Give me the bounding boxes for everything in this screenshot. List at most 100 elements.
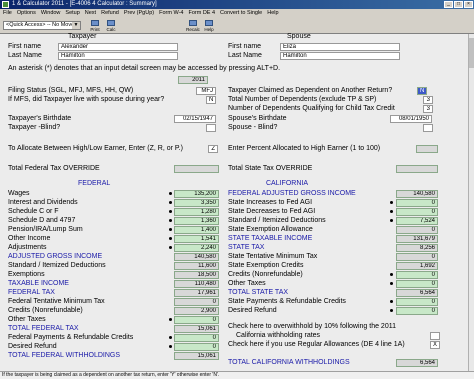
sp-last-name-field[interactable]: Hamilton [280, 52, 400, 60]
federal-row-value[interactable]: 135,200 [174, 190, 219, 198]
recalc-label: Recalc [186, 27, 200, 32]
california-row-value[interactable]: 0 [396, 199, 438, 207]
menu-help[interactable]: Help [267, 9, 278, 18]
california-row-value[interactable]: 0 [396, 280, 438, 288]
sp-first-name-field[interactable]: Eliza [280, 43, 400, 51]
california-row-value[interactable]: 0 [396, 298, 438, 306]
overwithhold-checkbox[interactable] [430, 332, 440, 340]
vertical-scrollbar[interactable] [468, 34, 474, 371]
federal-row-value: 15,061 [174, 325, 219, 333]
sp-blind-field[interactable] [423, 124, 433, 132]
sp-birthdate-label: Spouse's Birthdate [228, 115, 287, 122]
allocate-label: To Allocate Between High/Low Earner, Ent… [8, 145, 183, 152]
scrollbar-thumb[interactable] [469, 38, 474, 68]
federal-row-label: Pension/IRA/Lump Sum [8, 226, 83, 233]
help-button[interactable]: Help [202, 20, 216, 33]
federal-row-label: Adjustments [8, 244, 47, 251]
federal-row-value: 18,500 [174, 271, 219, 279]
menu-form-w4[interactable]: Form W-4 [159, 9, 183, 18]
help-icon [205, 20, 213, 26]
fed-override-label: Total Federal Tax OVERRIDE [8, 165, 100, 172]
close-button[interactable]: × [464, 1, 473, 8]
california-row-label: STATE TAX [228, 244, 265, 251]
menu-options[interactable]: Options [17, 9, 36, 18]
detail-asterisk-icon [169, 345, 172, 348]
state-override-field[interactable] [396, 165, 438, 173]
california-row-value: 0 [396, 226, 438, 234]
tp-last-name-label: Last Name [8, 52, 42, 59]
california-row-value: 131,679 [396, 235, 438, 243]
detail-asterisk-icon [169, 219, 172, 222]
detail-asterisk-icon [169, 237, 172, 240]
federal-row-value[interactable]: 1,400 [174, 226, 219, 234]
california-row-value[interactable]: 0 [396, 271, 438, 279]
california-row-value: 0 [396, 253, 438, 261]
taxpayer-header: Taxpayer [68, 33, 97, 40]
menu-prev[interactable]: Prev (PgUp) [124, 9, 154, 18]
num-dependents-field[interactable]: 3 [423, 96, 433, 104]
overwithhold-label: Check here to overwithhold by 10% follow… [228, 323, 396, 330]
california-row-value: 140,580 [396, 190, 438, 198]
detail-asterisk-icon [169, 201, 172, 204]
fed-override-field[interactable] [174, 165, 219, 173]
federal-row-value[interactable]: 1,541 [174, 235, 219, 243]
ca-rates-label: California withholding rates [236, 332, 321, 339]
federal-row-value[interactable]: 0 [174, 316, 219, 324]
federal-row-value[interactable]: 0 [174, 343, 219, 351]
california-row-value[interactable]: 0 [396, 307, 438, 315]
federal-row-value[interactable]: 1,360 [174, 217, 219, 225]
minimize-button[interactable]: _ [444, 1, 453, 8]
federal-row-label: TOTAL FEDERAL TAX [8, 325, 79, 332]
tp-last-name-field[interactable]: Hamilton [58, 52, 178, 60]
allocate-field[interactable]: Z [208, 145, 218, 153]
federal-row-value: 17,961 [174, 289, 219, 297]
menu-convert-single[interactable]: Convert to Single [220, 9, 262, 18]
detail-asterisk-icon [169, 192, 172, 195]
mfs-field[interactable]: N [206, 96, 216, 104]
filing-status-label: Filing Status (SGL, MFJ, MFS, HH, QW) [8, 87, 134, 94]
child-credit-field[interactable]: 3 [423, 105, 433, 113]
california-row-label: Other Taxes [228, 280, 266, 287]
federal-row-label: Credits (Nonrefundable) [8, 307, 83, 314]
dependent-field[interactable]: N [417, 87, 427, 95]
percent-label: Enter Percent Allocated to High Earner (… [228, 145, 381, 152]
menu-setup[interactable]: Setup [65, 9, 79, 18]
menu-window[interactable]: Window [41, 9, 61, 18]
percent-field[interactable] [416, 145, 438, 153]
sp-birthdate-field[interactable]: 08/01/1950 [390, 115, 432, 123]
app-icon [2, 1, 9, 8]
menu-form-de4[interactable]: Form DE 4 [188, 9, 215, 18]
federal-row-label: Schedule D and 4797 [8, 217, 76, 224]
ca-total-value: 6,564 [396, 359, 438, 367]
federal-row-label: Wages [8, 190, 30, 197]
maximize-button[interactable]: □ [454, 1, 463, 8]
federal-row-value[interactable]: 2,240 [174, 244, 219, 252]
california-row-value[interactable]: 0 [396, 208, 438, 216]
federal-row-value[interactable]: 0 [174, 334, 219, 342]
sp-blind-label: Spouse - Blind? [228, 124, 278, 131]
recalc-button[interactable]: Recalc [186, 20, 200, 33]
calc-button[interactable]: Calc [104, 20, 118, 33]
federal-row-value[interactable]: 3,350 [174, 199, 219, 207]
california-row-label: State Exemption Allowance [228, 226, 313, 233]
regular-allowances-label: Check here if you use Regular Allowances… [228, 341, 405, 348]
california-heading: CALIFORNIA [266, 180, 309, 187]
menu-next[interactable]: Next [85, 9, 96, 18]
federal-heading: FEDERAL [78, 180, 111, 187]
tp-first-name-field[interactable]: Alexander [58, 43, 178, 51]
california-row-value[interactable]: 7,524 [396, 217, 438, 225]
federal-row-value: 140,580 [174, 253, 219, 261]
filing-status-field[interactable]: MFJ [196, 87, 216, 95]
california-row-label: STATE TAXABLE INCOME [228, 235, 313, 242]
california-row-value: 6,564 [396, 289, 438, 297]
tp-blind-field[interactable] [206, 124, 216, 132]
state-override-label: Total State Tax OVERRIDE [228, 165, 313, 172]
quick-access-combo[interactable]: <Quick Access> -- No Move ▼ [3, 21, 81, 30]
menu-refund[interactable]: Refund [101, 9, 119, 18]
menu-file[interactable]: File [3, 9, 12, 18]
tp-blind-label: Taxpayer -Blind? [8, 124, 61, 131]
federal-row-value[interactable]: 1,280 [174, 208, 219, 216]
tp-birthdate-field[interactable]: 02/15/1947 [174, 115, 216, 123]
chevron-down-icon[interactable]: ▼ [72, 22, 80, 29]
regular-allowances-checkbox[interactable]: X [430, 341, 440, 349]
